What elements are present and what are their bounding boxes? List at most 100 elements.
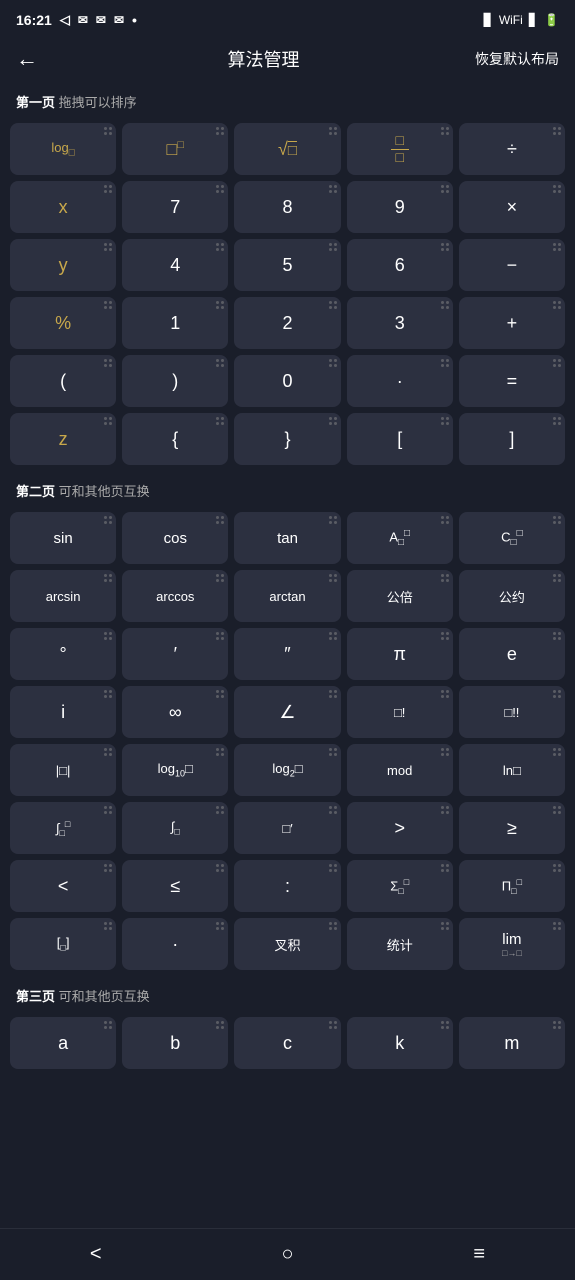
btn-equals[interactable]: = (459, 355, 565, 407)
btn-factorial[interactable]: □! (347, 686, 453, 738)
btn-c[interactable]: c (234, 1017, 340, 1069)
btn-angle[interactable]: ∠ (234, 686, 340, 738)
btn-gt[interactable]: > (347, 802, 453, 854)
btn-lcm[interactable]: 公倍 (347, 570, 453, 622)
btn-A-comb[interactable]: A□□ (347, 512, 453, 564)
btn-cos[interactable]: cos (122, 512, 228, 564)
btn-arcminute[interactable]: ′ (122, 628, 228, 680)
btn-m[interactable]: m (459, 1017, 565, 1069)
btn-derivative[interactable]: □′ (234, 802, 340, 854)
btn-gcd[interactable]: 公约 (459, 570, 565, 622)
btn-minus[interactable]: − (459, 239, 565, 291)
btn-percent[interactable]: % (10, 297, 116, 349)
btn-C-comb[interactable]: C□□ (459, 512, 565, 564)
btn-a[interactable]: a (10, 1017, 116, 1069)
msg-icon2: ✉ (96, 13, 106, 27)
btn-arcsecond[interactable]: ″ (234, 628, 340, 680)
reset-layout-button[interactable]: 恢复默认布局 (475, 49, 559, 69)
btn-arcsin[interactable]: arcsin (10, 570, 116, 622)
btn-degree[interactable]: ° (10, 628, 116, 680)
btn-b[interactable]: b (122, 1017, 228, 1069)
page1-grid: log□ □□ √□ □□ ÷ x 7 8 9 × y (0, 117, 575, 471)
btn-rbrace[interactable]: } (234, 413, 340, 465)
btn-log[interactable]: log□ (10, 123, 116, 175)
btn-tan[interactable]: tan (234, 512, 340, 564)
dot-icon: • (132, 12, 137, 28)
btn-3[interactable]: 3 (347, 297, 453, 349)
btn-9[interactable]: 9 (347, 181, 453, 233)
btn-rbracket[interactable]: ] (459, 413, 565, 465)
btn-1[interactable]: 1 (122, 297, 228, 349)
top-bar: ← 算法管理 恢复默认布局 (0, 36, 575, 82)
btn-plus[interactable]: + (459, 297, 565, 349)
btn-lim[interactable]: lim □→□ (459, 918, 565, 970)
btn-ln[interactable]: ln□ (459, 744, 565, 796)
btn-0[interactable]: 0 (234, 355, 340, 407)
btn-arctan[interactable]: arctan (234, 570, 340, 622)
btn-power[interactable]: □□ (122, 123, 228, 175)
btn-k[interactable]: k (347, 1017, 453, 1069)
btn-dot[interactable]: · (347, 355, 453, 407)
btn-cross[interactable]: 叉积 (234, 918, 340, 970)
btn-y[interactable]: y (10, 239, 116, 291)
btn-lparen[interactable]: ( (10, 355, 116, 407)
status-time: 16:21 ◁ ✉ ✉ ✉ • (16, 12, 137, 28)
btn-lbracket[interactable]: [ (347, 413, 453, 465)
btn-pi[interactable]: π (347, 628, 453, 680)
btn-abs[interactable]: |□| (10, 744, 116, 796)
btn-mod[interactable]: mod (347, 744, 453, 796)
btn-infinity[interactable]: ∞ (122, 686, 228, 738)
msg-icon3: ✉ (114, 13, 124, 27)
btn-gte[interactable]: ≥ (459, 802, 565, 854)
btn-matrix[interactable]: [□] (10, 918, 116, 970)
page3-label: 第三页 可和其他页互换 (0, 976, 575, 1011)
time-display: 16:21 (16, 12, 52, 28)
btn-5[interactable]: 5 (234, 239, 340, 291)
btn-4[interactable]: 4 (122, 239, 228, 291)
signal-icon: ▊ (484, 13, 493, 27)
battery-icon: 🔋 (544, 13, 559, 27)
btn-lt[interactable]: < (10, 860, 116, 912)
btn-log10[interactable]: log10□ (122, 744, 228, 796)
btn-sqrt[interactable]: √□ (234, 123, 340, 175)
btn-sin[interactable]: sin (10, 512, 116, 564)
btn-integral2[interactable]: ∫□ (122, 802, 228, 854)
page1-label: 第一页 拖拽可以排序 (0, 82, 575, 117)
back-button[interactable]: ← (16, 46, 52, 72)
page2-grid: sin cos tan A□□ C□□ arcsin arccos arctan… (0, 506, 575, 976)
btn-cdot[interactable]: · (122, 918, 228, 970)
btn-7[interactable]: 7 (122, 181, 228, 233)
btn-e[interactable]: e (459, 628, 565, 680)
status-icons: ▊ WiFi ▋ 🔋 (484, 13, 559, 27)
btn-colon[interactable]: : (234, 860, 340, 912)
bars-icon: ▋ (529, 13, 538, 27)
page2-label: 第二页 可和其他页互换 (0, 471, 575, 506)
btn-multiply[interactable]: × (459, 181, 565, 233)
btn-8[interactable]: 8 (234, 181, 340, 233)
btn-stats[interactable]: 统计 (347, 918, 453, 970)
btn-double-factorial[interactable]: □!! (459, 686, 565, 738)
btn-sigma[interactable]: Σ□□ (347, 860, 453, 912)
btn-log2[interactable]: log2□ (234, 744, 340, 796)
btn-lte[interactable]: ≤ (122, 860, 228, 912)
nav-bar: < ○ ≡ (0, 1228, 575, 1280)
btn-6[interactable]: 6 (347, 239, 453, 291)
page3-grid: a b c k m (0, 1011, 575, 1075)
page-title: 算法管理 (228, 46, 300, 72)
location-icon: ◁ (60, 12, 70, 28)
btn-x[interactable]: x (10, 181, 116, 233)
btn-fraction[interactable]: □□ (347, 123, 453, 175)
nav-back-button[interactable]: < (60, 1233, 132, 1276)
nav-home-button[interactable]: ○ (251, 1233, 323, 1276)
btn-divide[interactable]: ÷ (459, 123, 565, 175)
status-bar: 16:21 ◁ ✉ ✉ ✉ • ▊ WiFi ▋ 🔋 (0, 0, 575, 36)
btn-2[interactable]: 2 (234, 297, 340, 349)
btn-product[interactable]: Π□□ (459, 860, 565, 912)
btn-z[interactable]: z (10, 413, 116, 465)
btn-integral1[interactable]: ∫□□ (10, 802, 116, 854)
btn-rparen[interactable]: ) (122, 355, 228, 407)
btn-lbrace[interactable]: { (122, 413, 228, 465)
btn-i[interactable]: i (10, 686, 116, 738)
nav-menu-button[interactable]: ≡ (443, 1233, 515, 1276)
btn-arccos[interactable]: arccos (122, 570, 228, 622)
